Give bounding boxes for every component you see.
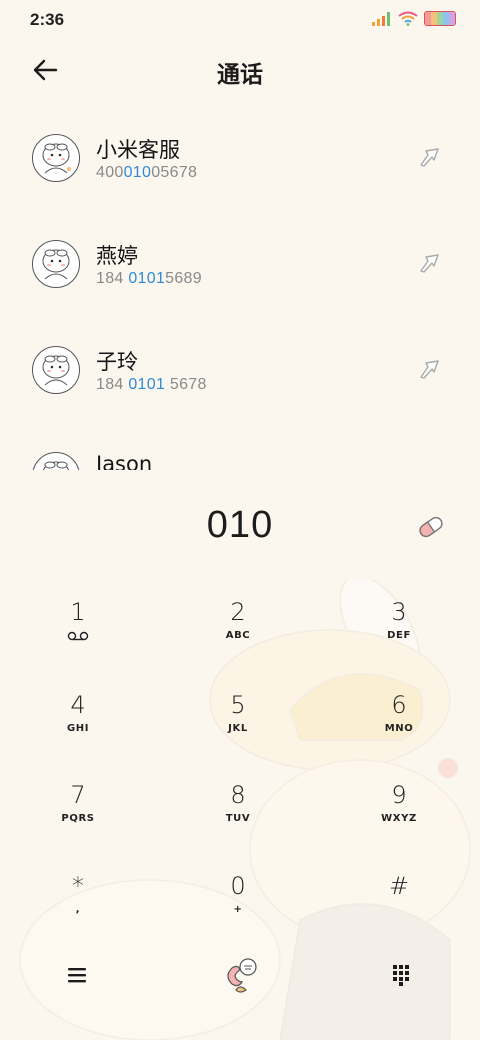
key-0[interactable]: 0 + (168, 854, 308, 934)
key-digit: 3 (391, 598, 407, 626)
key-1[interactable]: 1 (8, 580, 148, 660)
key-letters: + (233, 904, 243, 915)
dialer-mascot-icon[interactable] (218, 954, 262, 998)
key-digit: 9 (391, 781, 407, 809)
key-letters: TUV (225, 813, 251, 824)
avatar (32, 452, 80, 470)
key-hash[interactable]: # (329, 854, 469, 934)
key-5[interactable]: 5 JKL (168, 673, 308, 753)
avatar (32, 346, 80, 394)
key-letters: WXYZ (381, 813, 417, 824)
key-digit: 6 (391, 691, 407, 719)
key-letters: , (75, 904, 81, 915)
avatar (32, 134, 80, 182)
number-suffix: 05678 (151, 164, 198, 181)
page-title: 通话 (217, 62, 263, 88)
status-bar: 2:36 (0, 0, 480, 40)
key-3[interactable]: 3 DEF (329, 580, 469, 660)
contact-row[interactable]: 燕婷 184 01015689 (0, 206, 480, 312)
contact-row[interactable]: Jason (0, 418, 480, 470)
number-prefix: 400 (96, 164, 124, 181)
clear-pill-icon[interactable] (416, 512, 446, 542)
key-letters: JKL (228, 723, 248, 734)
avatar (32, 240, 80, 288)
contact-number: 184 0101 5678 (96, 376, 207, 394)
key-digit: 2 (230, 598, 246, 626)
key-4[interactable]: 4 GHI (8, 673, 148, 753)
key-digit: * (72, 872, 84, 900)
dial-display: 010 (0, 490, 480, 570)
contact-list: 小米客服 40001005678 燕婷 184 01015689 子玲 184 … (0, 100, 480, 470)
key-digit: 1 (70, 598, 86, 626)
contact-number: 184 01015689 (96, 270, 202, 288)
menu-icon[interactable] (64, 964, 90, 986)
number-suffix: 5689 (165, 270, 202, 287)
call-arrow-icon[interactable] (418, 146, 444, 168)
signal-icon (372, 11, 390, 26)
number-match: 0101 (128, 376, 166, 393)
contact-row[interactable]: 子玲 184 0101 5678 (0, 312, 480, 418)
key-digit: 8 (230, 781, 246, 809)
key-digit: # (388, 872, 410, 900)
dialed-number[interactable]: 010 (0, 504, 480, 547)
battery-icon (424, 11, 456, 26)
contact-row[interactable]: 小米客服 40001005678 (0, 100, 480, 206)
call-arrow-icon[interactable] (418, 252, 444, 274)
header: 通话 (0, 40, 480, 100)
key-letters: PQRS (61, 813, 95, 824)
key-7[interactable]: 7 PQRS (8, 763, 148, 843)
key-8[interactable]: 8 TUV (168, 763, 308, 843)
key-letters: MNO (384, 723, 414, 734)
number-prefix: 184 (96, 376, 129, 393)
number-match: 010 (123, 164, 152, 181)
voicemail-icon (67, 631, 89, 641)
number-suffix: 5678 (165, 376, 207, 393)
contact-name: 子玲 (96, 350, 138, 374)
key-digit: 7 (70, 781, 86, 809)
number-prefix: 184 (96, 270, 129, 287)
key-letters: ABC (225, 630, 251, 641)
status-time: 2:36 (30, 10, 65, 29)
number-match: 0101 (128, 270, 166, 287)
contact-name: 燕婷 (96, 244, 138, 268)
keypad: 1 2 ABC 3 DEF 4 GHI 5 JKL 6 MNO 7 PQRS 8… (0, 580, 480, 1040)
keypad-grid-icon[interactable] (392, 964, 414, 986)
key-digit: 5 (230, 691, 246, 719)
key-letters: DEF (387, 630, 411, 641)
contact-name: Jason (96, 452, 153, 470)
status-icons (372, 11, 456, 26)
wifi-icon (398, 11, 418, 26)
contact-number: 40001005678 (96, 164, 197, 182)
key-letters: GHI (66, 723, 90, 734)
key-2[interactable]: 2 ABC (168, 580, 308, 660)
key-9[interactable]: 9 WXYZ (329, 763, 469, 843)
key-6[interactable]: 6 MNO (329, 673, 469, 753)
key-digit: 4 (70, 691, 86, 719)
call-arrow-icon[interactable] (418, 358, 444, 380)
bottom-bar (0, 940, 480, 1010)
key-star[interactable]: * , (8, 854, 148, 934)
key-digit: 0 (230, 872, 246, 900)
contact-name: 小米客服 (96, 138, 180, 162)
